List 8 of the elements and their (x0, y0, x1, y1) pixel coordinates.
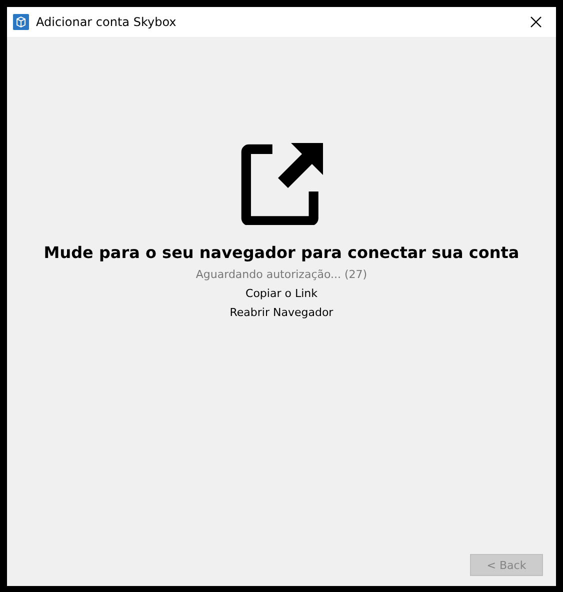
app-icon (13, 14, 29, 30)
window-title: Adicionar conta Skybox (36, 15, 178, 29)
link[interactable]: Copiar o Link (246, 287, 318, 300)
link[interactable]: Reabrir Navegador (230, 306, 334, 319)
status-text: Aguardando autorização... (27) (196, 268, 368, 281)
external-link-icon (240, 143, 322, 225)
heading: Mude para o seu navegador para conectar sua conta (44, 243, 520, 262)
close-icon[interactable] (530, 16, 542, 28)
